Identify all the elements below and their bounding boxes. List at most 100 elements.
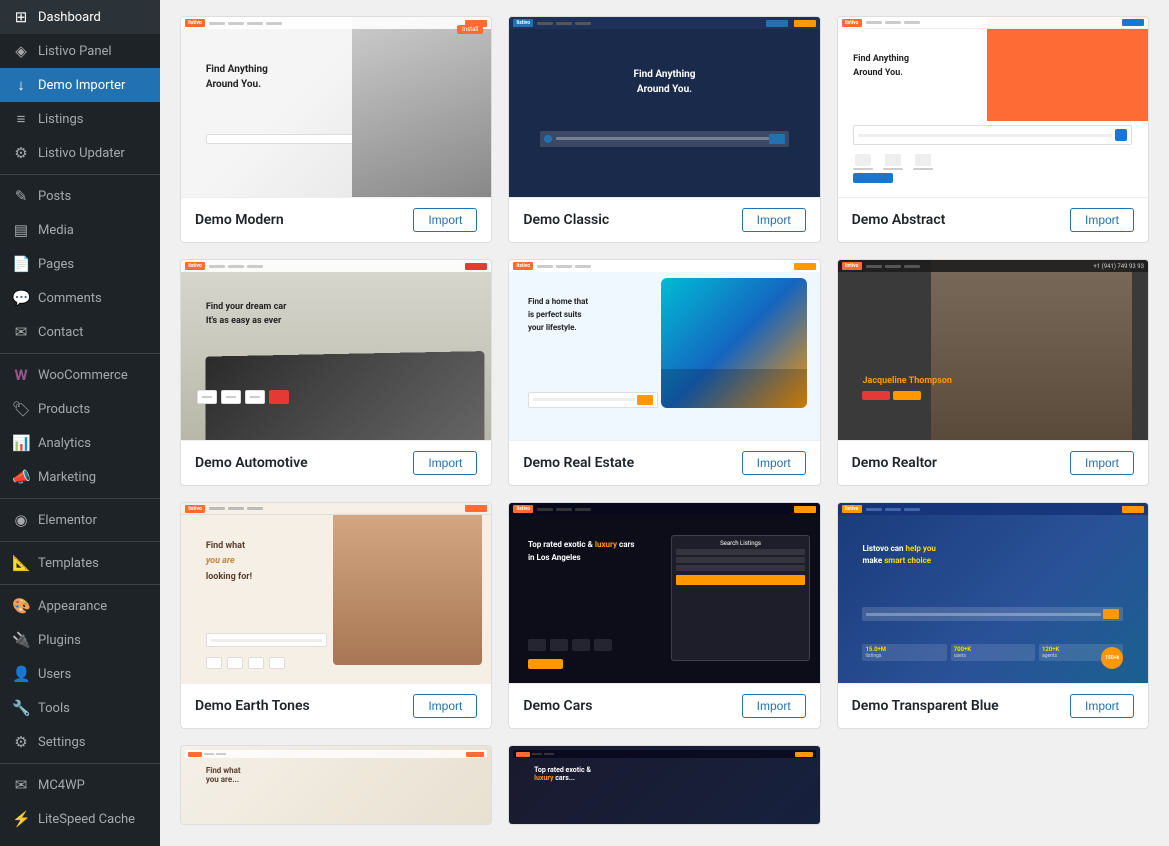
sidebar-item-elementor[interactable]: ◉ Elementor <box>0 503 160 537</box>
demo-card-image-classic: listivo Find AnythingAround You. <box>509 17 819 197</box>
listivo-updater-icon: ⚙ <box>12 144 30 162</box>
demo-card-earth: listivo Find whatyou arelooking for! <box>180 502 492 729</box>
sidebar-item-label: Plugins <box>38 633 81 648</box>
demo-card-blue: listivo Listovo can help youmake smart c… <box>837 502 1149 729</box>
demo-card-footer-blue: Demo Transparent Blue Import <box>838 683 1148 728</box>
media-icon: ▤ <box>12 221 30 239</box>
sidebar-item-templates[interactable]: 📐 Templates <box>0 546 160 580</box>
demo-card-title-classic: Demo Classic <box>523 212 609 228</box>
products-icon: 🏷 <box>12 400 30 418</box>
sidebar-item-label: LiteSpeed Cache <box>38 812 135 827</box>
sidebar-item-products[interactable]: 🏷 Products <box>0 392 160 426</box>
demo-card-title-cars: Demo Cars <box>523 698 592 714</box>
sidebar-item-dashboard[interactable]: ⊞ Dashboard <box>0 0 160 34</box>
sidebar-item-label: WooCommerce <box>38 368 128 383</box>
sidebar-item-comments[interactable]: 💬 Comments <box>0 281 160 315</box>
sidebar-item-label: Elementor <box>38 513 97 528</box>
sidebar-item-marketing[interactable]: 📣 Marketing <box>0 460 160 494</box>
demo-card-title-automotive: Demo Automotive <box>195 455 308 471</box>
demo-card-abstract: listivo Find AnythingAround You. <box>837 16 1149 243</box>
demo-card-image-earth: listivo Find whatyou arelooking for! <box>181 503 491 683</box>
import-button-automotive[interactable]: Import <box>413 451 477 475</box>
pages-icon: 📄 <box>12 255 30 273</box>
demo-card-partial-3 <box>837 745 1149 825</box>
sidebar-item-label: Listings <box>38 112 83 127</box>
divider-3 <box>0 498 160 499</box>
sidebar-item-woocommerce[interactable]: W WooCommerce <box>0 358 160 392</box>
demo-card-title-realtor: Demo Realtor <box>852 455 937 471</box>
sidebar-item-label: Analytics <box>38 436 91 451</box>
demo-card-automotive: listivo Find your dream carIt's as easy … <box>180 259 492 486</box>
sidebar-item-media[interactable]: ▤ Media <box>0 213 160 247</box>
appearance-icon: 🎨 <box>12 597 30 615</box>
demo-card-modern: listivo Find AnythingAround You. Install… <box>180 16 492 243</box>
import-button-realtor[interactable]: Import <box>1070 451 1134 475</box>
import-button-abstract[interactable]: Import <box>1070 208 1134 232</box>
sidebar-item-posts[interactable]: ✎ Posts <box>0 179 160 213</box>
sidebar-item-label: Users <box>38 667 71 682</box>
demo-card-image-realestate: listivo Find a home thatis perfect suits… <box>509 260 819 440</box>
import-button-blue[interactable]: Import <box>1070 694 1134 718</box>
sidebar-item-contact[interactable]: ✉ Contact <box>0 315 160 349</box>
demo-card-image-abstract: listivo Find AnythingAround You. <box>838 17 1148 197</box>
demo-card-image-blue: listivo Listovo can help youmake smart c… <box>838 503 1148 683</box>
settings-icon: ⚙ <box>12 733 30 751</box>
dashboard-icon: ⊞ <box>12 8 30 26</box>
import-button-realestate[interactable]: Import <box>742 451 806 475</box>
tools-icon: 🔧 <box>12 699 30 717</box>
sidebar-item-label: Contact <box>38 325 83 340</box>
woocommerce-icon: W <box>12 366 30 384</box>
sidebar-item-label: Tools <box>38 701 70 716</box>
litespeed-icon: ⚡ <box>12 810 30 828</box>
import-button-classic[interactable]: Import <box>742 208 806 232</box>
demo-card-cars: listivo Top rated exotic & luxury carsin… <box>508 502 820 729</box>
divider-4 <box>0 541 160 542</box>
elementor-icon: ◉ <box>12 511 30 529</box>
import-button-cars[interactable]: Import <box>742 694 806 718</box>
demo-card-partial-2: Top rated exotic &luxury cars... <box>508 745 820 825</box>
sidebar-item-listings[interactable]: ≡ Listings <box>0 102 160 136</box>
demo-card-footer-classic: Demo Classic Import <box>509 197 819 242</box>
sidebar-item-pages[interactable]: 📄 Pages <box>0 247 160 281</box>
plugins-icon: 🔌 <box>12 631 30 649</box>
sidebar-item-listivo-panel[interactable]: ◈ Listivo Panel <box>0 34 160 68</box>
demo-card-footer-realtor: Demo Realtor Import <box>838 440 1148 485</box>
sidebar-item-mc4wp[interactable]: ✉ MC4WP <box>0 768 160 802</box>
demo-card-image-modern: listivo Find AnythingAround You. Install <box>181 17 491 197</box>
sidebar-item-tools[interactable]: 🔧 Tools <box>0 691 160 725</box>
sidebar-item-label: MC4WP <box>38 778 85 793</box>
sidebar-item-users[interactable]: 👤 Users <box>0 657 160 691</box>
demo-card-realtor: listivo +1 (941) 749 93 93 Jacqueline Th… <box>837 259 1149 486</box>
posts-icon: ✎ <box>12 187 30 205</box>
demo-importer-icon: ↓ <box>12 76 30 94</box>
mc4wp-icon: ✉ <box>12 776 30 794</box>
sidebar-item-label: Media <box>38 223 74 238</box>
demo-card-image-realtor: listivo +1 (941) 749 93 93 Jacqueline Th… <box>838 260 1148 440</box>
sidebar-item-demo-importer[interactable]: ↓ Demo Importer <box>0 68 160 102</box>
sidebar-item-label: Templates <box>38 556 99 571</box>
sidebar-item-label: Posts <box>38 189 71 204</box>
sidebar-item-label: Marketing <box>38 470 96 485</box>
sidebar-item-label: Appearance <box>38 599 107 614</box>
import-button-earth[interactable]: Import <box>413 694 477 718</box>
sidebar-item-label: Listivo Panel <box>38 44 112 59</box>
sidebar-item-appearance[interactable]: 🎨 Appearance <box>0 589 160 623</box>
demo-card-footer-earth: Demo Earth Tones Import <box>181 683 491 728</box>
sidebar-item-listivo-updater[interactable]: ⚙ Listivo Updater <box>0 136 160 170</box>
demo-card-title-realestate: Demo Real Estate <box>523 455 634 471</box>
demo-card-title-earth: Demo Earth Tones <box>195 698 310 714</box>
divider-2 <box>0 353 160 354</box>
sidebar-item-litespeed[interactable]: ⚡ LiteSpeed Cache <box>0 802 160 836</box>
demo-card-image-automotive: listivo Find your dream carIt's as easy … <box>181 260 491 440</box>
demo-card-image-cars: listivo Top rated exotic & luxury carsin… <box>509 503 819 683</box>
import-button-modern[interactable]: Import <box>413 208 477 232</box>
demo-card-classic: listivo Find AnythingAround You. Demo Cl… <box>508 16 820 243</box>
sidebar-item-label: Comments <box>38 291 102 306</box>
users-icon: 👤 <box>12 665 30 683</box>
sidebar-item-settings[interactable]: ⚙ Settings <box>0 725 160 759</box>
listivo-panel-icon: ◈ <box>12 42 30 60</box>
sidebar-item-plugins[interactable]: 🔌 Plugins <box>0 623 160 657</box>
sidebar-item-label: Listivo Updater <box>38 146 125 161</box>
marketing-icon: 📣 <box>12 468 30 486</box>
sidebar-item-analytics[interactable]: 📊 Analytics <box>0 426 160 460</box>
